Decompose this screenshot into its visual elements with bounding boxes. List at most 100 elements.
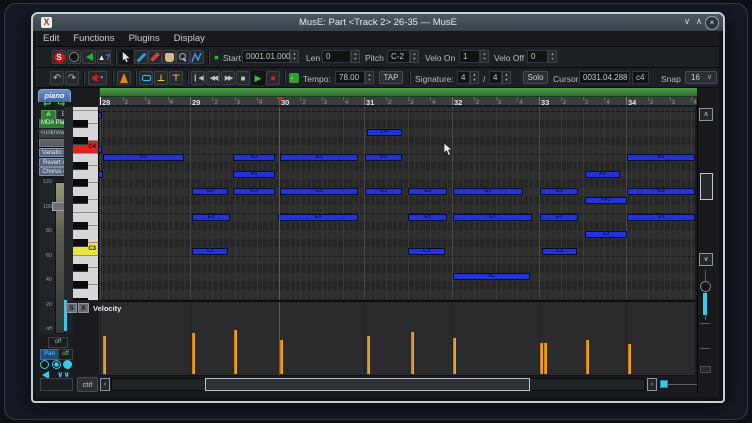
monitor-icon[interactable] [52,360,61,369]
note[interactable]: E3 [627,214,695,221]
tempo-field[interactable]: 78.00 [335,71,365,84]
note[interactable]: C3 [542,248,577,255]
note-canvas[interactable]: B3G3E3C3B3A3G3B3G3E3D4B3G3G3E3C3G3E3A2G3… [99,107,695,300]
note[interactable]: D3 [585,231,627,238]
undo-button[interactable]: ↶ [50,71,64,85]
playhead-marker-icon[interactable] [276,97,284,102]
vscrollbar-thumb[interactable] [700,173,713,200]
punch-out-button[interactable]: ⊤ [169,71,183,85]
menu-plugins[interactable]: Plugins [129,33,160,44]
pan-button[interactable]: Pan [40,349,59,360]
note[interactable]: G3 [627,188,695,195]
black-key-C#3[interactable] [73,239,88,247]
rewind-button[interactable]: ◀◀ [206,71,220,85]
velocity-lane[interactable] [99,302,695,376]
velo-off-spinner[interactable]: ▲▼ [548,50,557,63]
punch-in-button[interactable]: ⊥ [154,71,168,85]
note[interactable]: G3 [453,188,523,195]
note[interactable]: G3 [540,188,578,195]
stop-button[interactable]: ■ [236,71,250,85]
pointer-tool[interactable] [119,50,133,64]
note[interactable]: B3 [365,154,402,161]
hzoom-knob[interactable] [660,380,668,388]
pitch-field[interactable]: C-2 [387,50,410,63]
velocity-bar[interactable] [411,332,414,374]
panic-all-button[interactable]: !▼ [88,71,107,85]
pan-tool[interactable] [162,50,176,64]
black-key-F#3[interactable] [73,196,88,204]
redo-button[interactable]: ↷ [65,71,79,85]
lane-selector-box[interactable] [40,378,73,391]
black-key-F#2[interactable] [73,298,88,300]
power-icon[interactable] [40,360,49,369]
maximize-button[interactable]: ∧ [693,16,705,27]
rewind-start-button[interactable]: ❙◀ [191,71,205,85]
note-fragment[interactable] [99,171,103,178]
note[interactable]: E3 [453,214,532,221]
velocity-bar[interactable] [540,343,543,374]
black-key-A#2[interactable] [73,264,88,272]
velocity-bar[interactable] [234,330,237,374]
tempo-spinner[interactable]: ▲▼ [365,71,374,84]
note[interactable]: F#3 [585,197,627,204]
note[interactable]: G3 [280,188,358,195]
pan-value[interactable]: off [58,349,73,360]
note[interactable]: B3 [280,154,358,161]
sig-num-spinner[interactable]: ▲▼ [470,71,479,84]
hscroll-right-arrow[interactable]: › [647,378,657,391]
velocity-bar[interactable] [367,336,370,374]
panic-button[interactable]: S [52,50,66,64]
velo-on-spinner[interactable]: ▲▼ [480,50,489,63]
solo-button[interactable]: Solo [523,71,548,84]
velocity-bar[interactable] [628,344,631,374]
eraser-tool[interactable] [148,50,162,64]
vscroll-up-arrow[interactable]: ∧ [699,108,713,121]
lane-close-button[interactable]: X [78,303,89,313]
note[interactable]: A3 [585,171,620,178]
note[interactable]: C3 [192,248,228,255]
velo-off-field[interactable]: 0 [527,50,548,63]
hscrollbar-thumb[interactable] [205,378,530,391]
sig-den-field[interactable]: 4 [489,71,502,84]
note[interactable]: A3 [233,171,275,178]
minimize-button[interactable]: ∨ [681,16,693,27]
note[interactable]: D4 [367,129,402,136]
note[interactable]: B3 [103,154,184,161]
tap-button[interactable]: TAP [379,71,403,84]
note[interactable]: C3 [408,248,445,255]
black-key-G#2[interactable] [73,281,88,289]
ctrl-button[interactable]: ctrl [77,377,98,392]
menu-edit[interactable]: Edit [43,33,59,44]
start-field[interactable]: 0001.01.000 [242,50,290,63]
note-fragment[interactable] [99,146,102,153]
titlebar[interactable]: X MusE: Part <Track 2> 26-35 — MusE ∨ ∧ … [33,14,723,31]
note[interactable]: E3 [540,214,578,221]
velocity-bar[interactable] [103,336,106,374]
note[interactable]: E3 [408,214,447,221]
pencil-tool[interactable] [134,50,148,64]
note-fragment[interactable] [99,112,102,119]
black-key-C#4[interactable] [73,137,88,145]
note[interactable]: E3 [192,214,230,221]
midi-thru-button[interactable] [82,50,96,64]
snap-dropdown[interactable]: 16∨ [685,71,717,84]
forward-button[interactable]: ▶▶ [221,71,235,85]
velo-on-field[interactable]: 1 [459,50,480,63]
playhead-line[interactable] [279,302,280,375]
vzoom-knob[interactable] [700,281,711,292]
piano-keyboard[interactable]: C4C3 [73,107,99,300]
note[interactable]: G3 [408,188,447,195]
record-arm-icon[interactable] [63,360,72,369]
start-spinner[interactable]: ▲▼ [290,50,299,63]
note[interactable]: B3 [627,154,695,161]
zoom-tool[interactable] [176,50,190,64]
black-key-D#4[interactable] [73,120,88,128]
note[interactable]: G3 [192,188,228,195]
loop-button[interactable] [139,71,153,85]
lane-solo-button[interactable]: S [66,303,77,313]
metronome-button[interactable] [117,71,131,85]
ruler[interactable]: 28234292343023431234322343323434234 [99,88,697,105]
step-record-button[interactable] [67,50,81,64]
record-button[interactable]: ● [266,71,280,85]
volume-value[interactable]: off [48,337,68,348]
